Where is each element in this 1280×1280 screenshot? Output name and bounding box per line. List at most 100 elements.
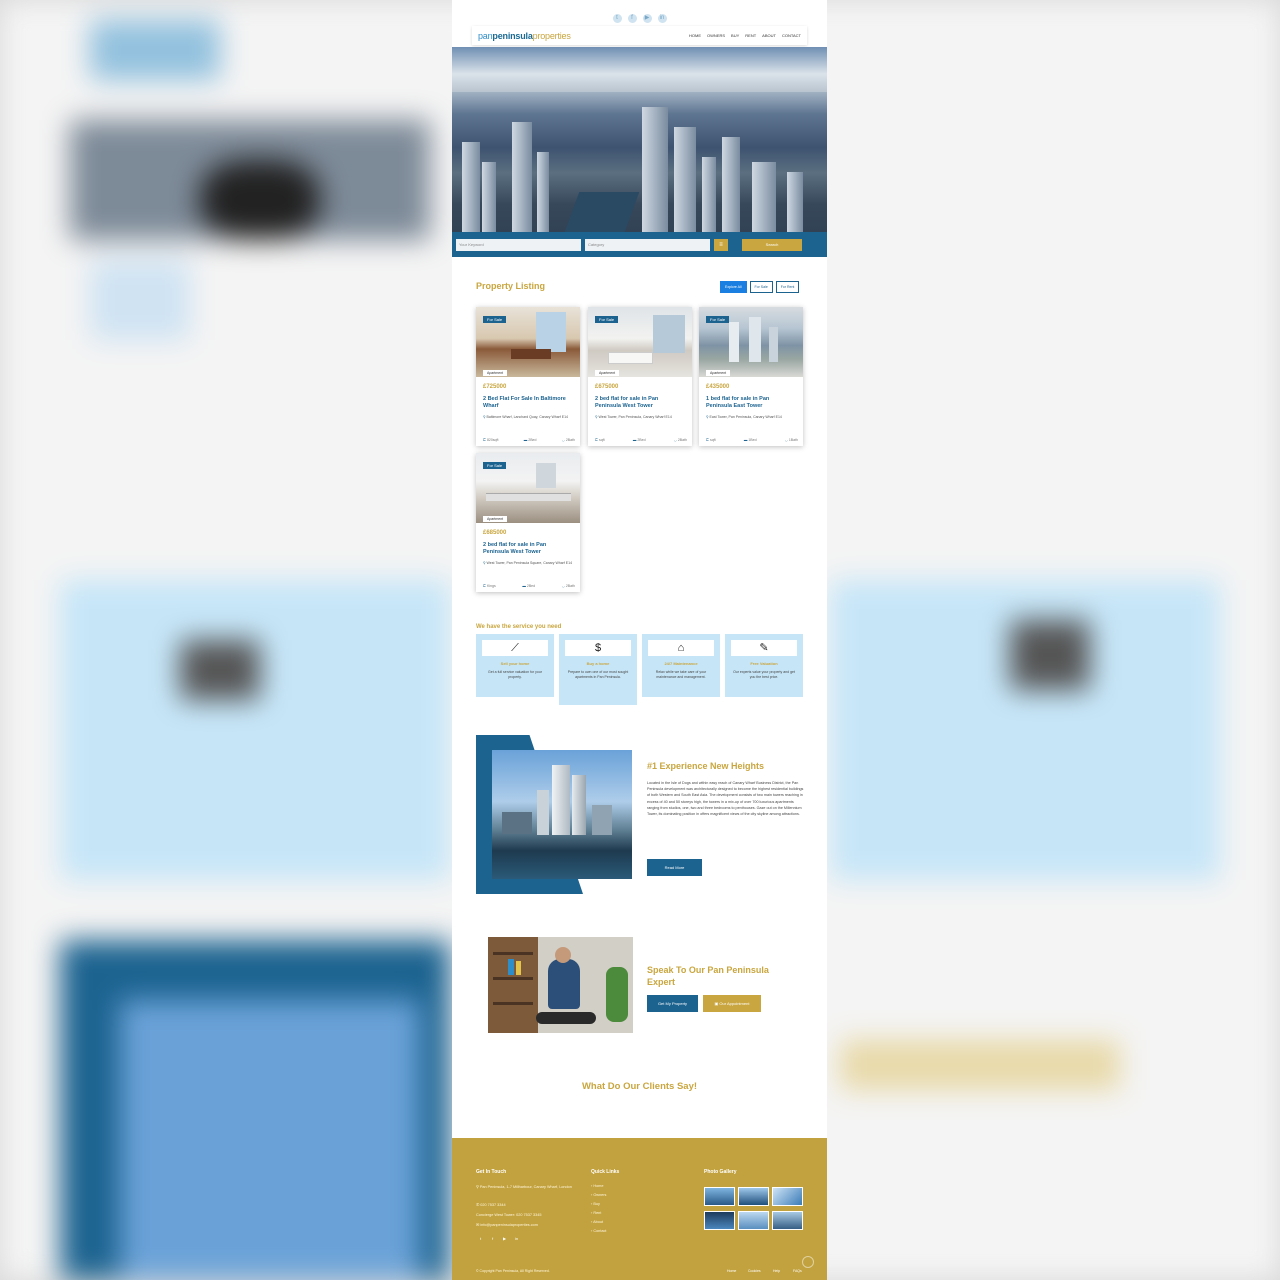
ruler-icon: ⊏ (483, 438, 486, 442)
gallery-thumb[interactable] (772, 1211, 803, 1230)
footer-link-home[interactable]: › Home (591, 1184, 603, 1188)
search-button[interactable]: Search (742, 238, 802, 251)
category-badge: Apartment (706, 370, 731, 376)
hero-building (642, 107, 668, 232)
filter-icon[interactable]: ≡ (714, 238, 728, 251)
gallery-thumb[interactable] (738, 1211, 769, 1230)
property-card[interactable]: For Sale Apartment £675000 2 bed flat fo… (588, 307, 692, 446)
address-text: Pan Peninsula, 1-7 Millharbour, Canary W… (479, 1185, 572, 1189)
property-address: ⚲ West Tower, Pan Peninsula Square, Cana… (483, 561, 573, 566)
service-title: 24/7 Maintenance (664, 661, 698, 666)
service-card[interactable]: $ Buy a home Prepare to own one of our m… (559, 634, 637, 705)
property-title[interactable]: 2 bed flat for sale in Pan Peninsula Wes… (483, 542, 573, 556)
hero-sky (452, 47, 827, 92)
nav-rent[interactable]: RENT (745, 33, 756, 38)
area-meta: ⊏820sqft (483, 438, 498, 442)
nav-buy[interactable]: BUY (731, 33, 739, 38)
link-text: Rent (593, 1211, 602, 1215)
bed-meta: ▬1Bed (744, 438, 757, 442)
appointment-button[interactable]: ▣ Our Appointment (703, 995, 761, 1012)
signature-document-icon: ✎ (731, 640, 797, 656)
service-card[interactable]: ⟋ Sell your home Get a full service valu… (476, 634, 554, 697)
keyword-input[interactable]: Your Keyword (456, 238, 581, 251)
footer-nav-home[interactable]: Home (727, 1269, 736, 1273)
footer-nav-help[interactable]: Help (773, 1269, 780, 1273)
property-card[interactable]: For Sale Apartment £435000 1 bed flat fo… (699, 307, 803, 446)
category-select[interactable]: Category (585, 238, 710, 251)
bed-icon: ▬ (523, 438, 528, 442)
nav-home[interactable]: HOME (689, 33, 701, 38)
hero-water (564, 192, 640, 232)
address-text: West Tower, Pan Peninsula Square, Canary… (486, 561, 573, 565)
bath-meta: ◡2Bath (562, 438, 575, 442)
bath-meta: ◡1Bath (785, 438, 798, 442)
linkedin-icon[interactable]: in (657, 14, 667, 23)
gallery-thumb[interactable] (738, 1187, 769, 1206)
logo-part-2: peninsula (492, 30, 533, 41)
link-text: Owners (593, 1193, 607, 1197)
price: £725000 (483, 384, 507, 390)
service-title: Buy a home (586, 661, 610, 666)
youtube-icon[interactable]: ▶ (642, 14, 652, 23)
twitter-icon[interactable]: t (480, 1236, 481, 1241)
services-title: We have the service you need (476, 624, 562, 630)
back-to-top-button[interactable] (802, 1256, 814, 1268)
gallery-thumb[interactable] (704, 1211, 735, 1230)
footer-link-buy[interactable]: › Buy (591, 1202, 600, 1206)
linkedin-icon[interactable]: in (515, 1236, 518, 1241)
email-text: info@panpeninsulaproperties.com (480, 1223, 538, 1227)
category-badge: Apartment (483, 516, 508, 522)
bath-icon: ◡ (561, 438, 565, 442)
filter-explore-all[interactable]: Explore All (720, 281, 747, 293)
footer-link-about[interactable]: › About (591, 1220, 603, 1224)
listing-filters: Explore All For Sale For Rent (720, 281, 800, 293)
speak-expert-title: Speak To Our Pan Peninsula Expert (647, 965, 769, 987)
site-logo[interactable]: panpeninsulaproperties (478, 31, 571, 41)
top-social-bar: t f ▶ in (452, 14, 827, 23)
property-title[interactable]: 2 bed flat for sale in Pan Peninsula Wes… (595, 396, 685, 410)
service-card[interactable]: ✎ Free Valuation Our experts value your … (725, 634, 803, 697)
gallery-thumb[interactable] (772, 1187, 803, 1206)
status-badge: For Sale (706, 316, 730, 323)
property-card[interactable]: For Sale Apartment £685000 2 bed flat fo… (476, 453, 580, 592)
gallery-thumb[interactable] (704, 1187, 735, 1206)
bath-meta: ◡2Bath (562, 584, 575, 588)
bath-icon: ◡ (784, 438, 788, 442)
property-title[interactable]: 2 Bed Flat For Sale In Baltimore Wharf (483, 396, 573, 410)
facebook-icon[interactable]: f (492, 1236, 493, 1241)
footer-nav-cookies[interactable]: Cookies (748, 1269, 761, 1273)
bed-icon: ▬ (632, 438, 637, 442)
hero-building (674, 127, 696, 232)
twitter-icon[interactable]: t (612, 14, 622, 23)
property-address: ⚲ Baltimore Wharf, Lanchard Quay, Canary… (483, 415, 573, 420)
property-title[interactable]: 1 bed flat for sale in Pan Peninsula Eas… (706, 396, 796, 410)
property-card[interactable]: For Sale Apartment £725000 2 Bed Flat Fo… (476, 307, 580, 446)
property-meta: ⊏sqft ▬2Bed ◡2Bath (595, 438, 687, 442)
nav-owners[interactable]: OWNERS (707, 33, 725, 38)
service-desc: Get a full service valuation for your pr… (488, 670, 542, 679)
get-my-property-button[interactable]: Get My Property (647, 995, 698, 1012)
footer-link-owners[interactable]: › Owners (591, 1193, 606, 1197)
footer-link-rent[interactable]: › Rent (591, 1211, 601, 1215)
hero-building (462, 142, 480, 232)
address-text: East Tower, Pan Peninsula, Canary Wharf … (709, 415, 782, 419)
nav-contact[interactable]: CONTACT (782, 33, 801, 38)
phone-text: 020 7537 3344 (480, 1203, 506, 1207)
read-more-button[interactable]: Read More (647, 859, 702, 876)
filter-for-rent[interactable]: For Rent (775, 281, 800, 293)
category-badge: Apartment (483, 370, 508, 376)
service-card[interactable]: ⌂ 24/7 Maintenance Relax while we take c… (642, 634, 720, 697)
footer-email[interactable]: ✉ info@panpeninsulaproperties.com (476, 1222, 538, 1227)
navbar: panpeninsulaproperties HOME OWNERS BUY R… (472, 26, 807, 45)
link-text: Home (593, 1184, 604, 1188)
hero-building (752, 162, 776, 232)
facebook-icon[interactable]: f (627, 14, 637, 23)
footer-nav-faqs[interactable]: FAQs (793, 1269, 802, 1273)
filter-for-sale[interactable]: For Sale (749, 281, 773, 293)
experience-text: Located in the Isle of Dogs and within e… (647, 781, 804, 817)
nav-about[interactable]: ABOUT (762, 33, 776, 38)
youtube-icon[interactable]: ▶ (503, 1236, 506, 1241)
meta-value: 2Bath (565, 584, 575, 588)
meta-value: 2Bed (637, 438, 646, 442)
footer-link-contact[interactable]: › Contact (591, 1229, 606, 1233)
